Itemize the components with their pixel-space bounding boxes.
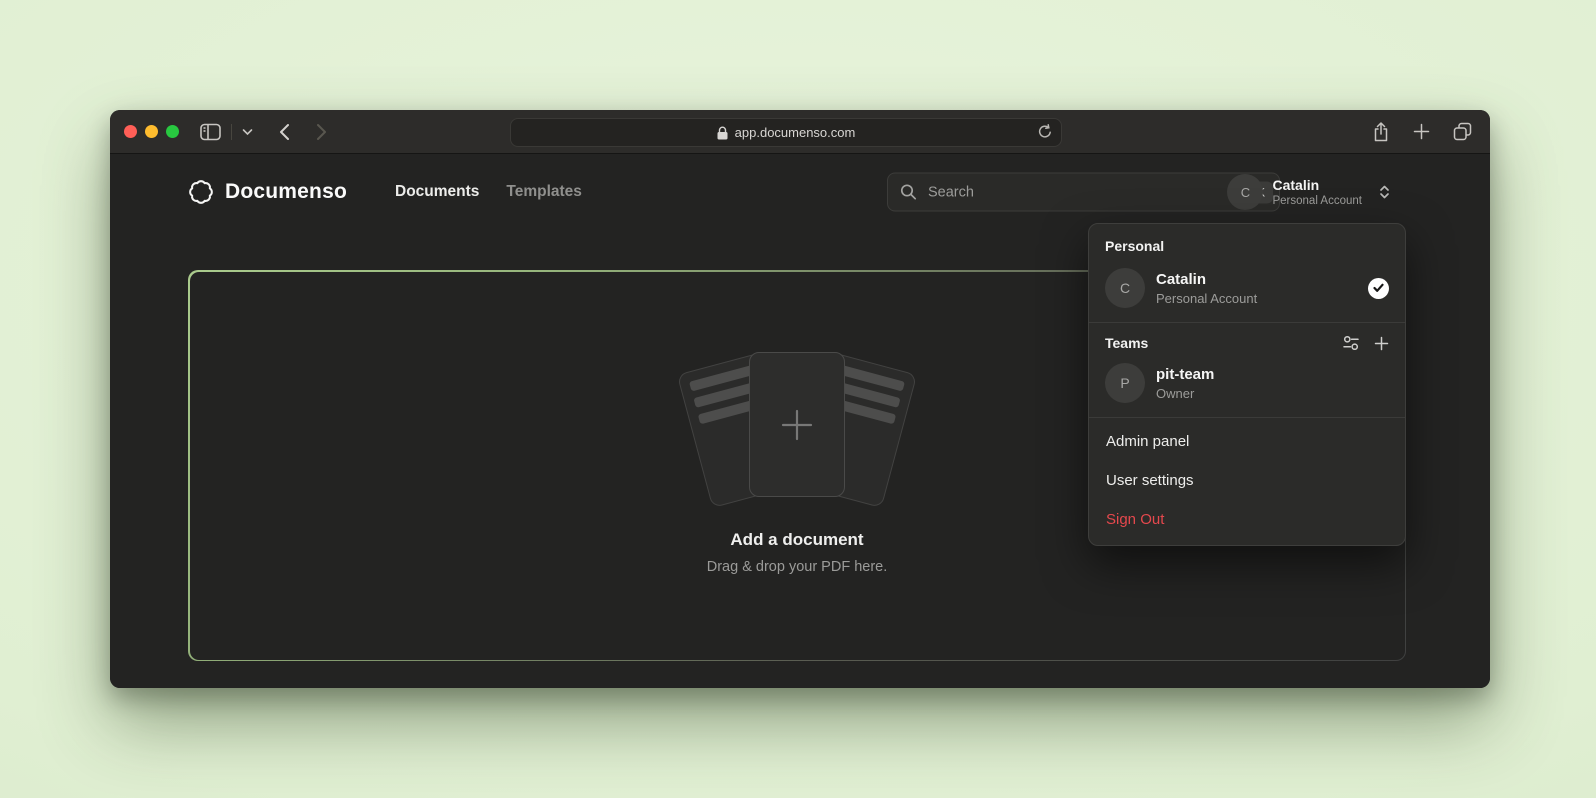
traffic-lights (124, 125, 179, 138)
add-team-icon[interactable] (1374, 336, 1389, 351)
menu-item-sign-out[interactable]: Sign Out (1089, 500, 1405, 539)
close-window-button[interactable] (124, 125, 137, 138)
back-button[interactable] (279, 123, 290, 141)
lock-icon (717, 126, 728, 140)
team-avatar: P (1105, 363, 1145, 403)
profile-subtitle: Personal Account (1272, 195, 1362, 207)
team-row[interactable]: P pit-team Owner (1089, 357, 1405, 415)
document-stack-icon (691, 352, 903, 504)
reload-button[interactable] (1038, 124, 1052, 139)
plus-icon (774, 402, 820, 448)
tab-overview-icon[interactable] (1453, 122, 1472, 141)
chevron-down-icon[interactable] (242, 128, 253, 136)
search-input[interactable] (926, 183, 1231, 201)
team-role: Owner (1156, 386, 1214, 401)
manage-teams-icon[interactable] (1343, 335, 1359, 351)
new-tab-icon[interactable] (1413, 123, 1430, 140)
team-name: pit-team (1156, 366, 1214, 383)
dropzone-subtitle: Drag & drop your PDF here. (707, 559, 888, 575)
documenso-logo-icon (188, 179, 214, 205)
personal-section-label: Personal (1089, 228, 1405, 262)
personal-account-avatar: C (1105, 268, 1145, 308)
menu-divider (1089, 322, 1405, 323)
minimize-window-button[interactable] (145, 125, 158, 138)
add-document-card (749, 352, 845, 497)
profile-name: Catalin (1272, 177, 1362, 193)
nav-item-templates[interactable]: Templates (506, 183, 582, 201)
url-text: app.documenso.com (735, 125, 856, 140)
dropzone-title: Add a document (730, 530, 863, 550)
search-bar[interactable]: ⌘+K (887, 173, 1280, 212)
toolbar-separator (231, 124, 232, 140)
brand-name: Documenso (225, 180, 347, 204)
nav-item-documents[interactable]: Documents (395, 183, 479, 201)
main-nav: Documents Templates (395, 183, 582, 201)
sidebar-toggle-icon[interactable] (200, 123, 221, 141)
menu-item-admin-panel[interactable]: Admin panel (1089, 422, 1405, 461)
personal-account-row[interactable]: C Catalin Personal Account (1089, 262, 1405, 320)
personal-account-subtitle: Personal Account (1156, 291, 1257, 306)
browser-toolbar: app.documenso.com (110, 110, 1490, 154)
teams-section-header: Teams (1089, 327, 1405, 357)
profile-avatar: C (1227, 174, 1263, 210)
desktop-background: app.documenso.com (0, 0, 1596, 798)
zoom-window-button[interactable] (166, 125, 179, 138)
selected-check-icon (1368, 278, 1389, 299)
app-header: Documenso Documents Templates ⌘+K C (188, 154, 1406, 230)
address-bar[interactable]: app.documenso.com (510, 118, 1062, 147)
menu-divider (1089, 417, 1405, 418)
teams-section-label: Teams (1105, 335, 1148, 351)
share-icon[interactable] (1372, 122, 1390, 142)
menu-item-user-settings[interactable]: User settings (1089, 461, 1405, 500)
chevrons-up-down-icon (1378, 184, 1391, 200)
profile-dropdown-menu: Personal C Catalin Personal Account (1088, 223, 1406, 546)
brand-home-link[interactable]: Documenso (188, 179, 347, 205)
browser-window: app.documenso.com (110, 110, 1490, 688)
personal-account-name: Catalin (1156, 271, 1257, 288)
search-icon (900, 184, 917, 201)
profile-menu-trigger[interactable]: C Catalin Personal Account (1227, 174, 1391, 210)
forward-button[interactable] (316, 123, 327, 141)
app-page: Documenso Documents Templates ⌘+K C (110, 154, 1490, 688)
